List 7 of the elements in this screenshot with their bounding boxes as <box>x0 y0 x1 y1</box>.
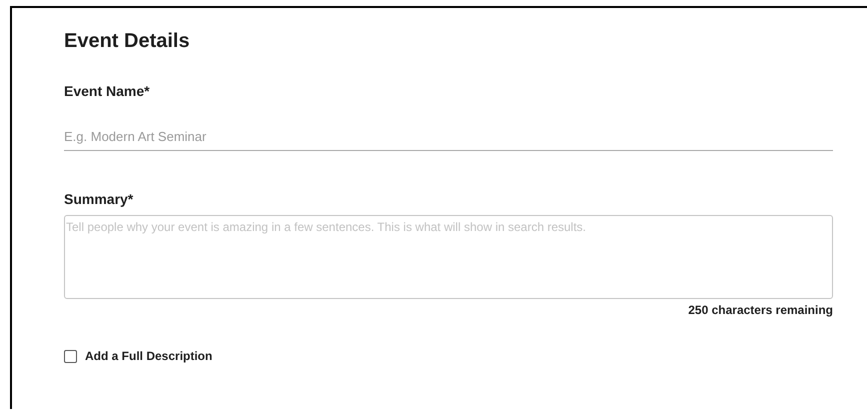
field-label: Event Name* <box>64 83 150 99</box>
checkbox[interactable] <box>64 350 77 362</box>
field-label: Summary* <box>64 191 134 207</box>
summary-field[interactable]: Tell people why your event is amazing in a few sentences. This is what will show in search results. <box>64 215 833 299</box>
section-title: Event Details <box>64 30 190 53</box>
character-counter: 250 characters remaining <box>688 303 833 317</box>
checkbox-label[interactable]: Add a Full Description <box>85 349 212 363</box>
